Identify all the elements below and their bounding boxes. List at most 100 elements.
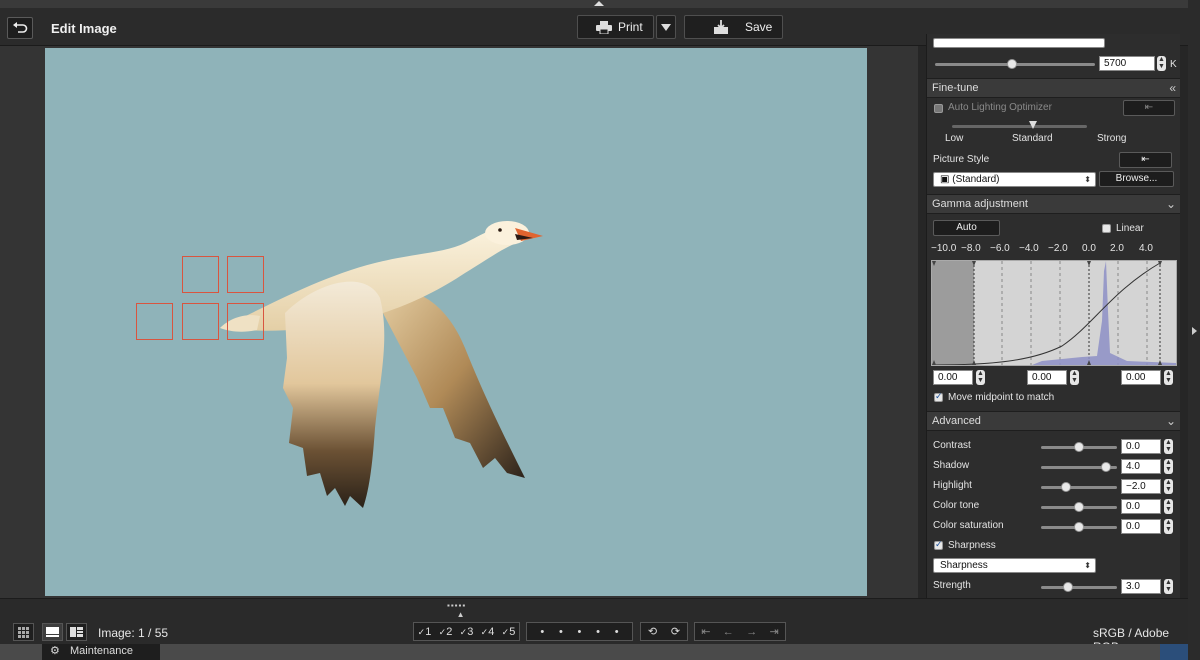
gamma-tick-label: −4.0 — [1019, 243, 1039, 254]
linear-label: Linear — [1116, 223, 1144, 234]
rating-dot[interactable]: • — [540, 626, 544, 638]
gamma-shadow-input[interactable]: 0.00 — [933, 370, 973, 385]
color-temp-spinner[interactable]: ▲ ▼ — [1157, 56, 1166, 71]
print-dropdown-button[interactable] — [656, 15, 676, 39]
alo-level-knob[interactable] — [1029, 121, 1037, 129]
check-mark-2-button[interactable]: ✓2 — [439, 626, 453, 638]
rotate-group: ⟲ ⟳ — [640, 622, 688, 641]
panel-splitter[interactable] — [918, 46, 926, 598]
advanced-row-knob[interactable] — [1074, 442, 1084, 452]
gamma-tick-label: −10.0 — [931, 243, 957, 254]
advanced-row-label: Shadow — [933, 460, 970, 471]
alo-checkbox[interactable] — [934, 104, 943, 113]
advanced-row-slider[interactable] — [1041, 482, 1117, 492]
last-image-icon[interactable]: ⇥ — [770, 625, 779, 638]
advanced-row-input[interactable]: −2.0 — [1121, 479, 1161, 494]
advanced-row-slider[interactable] — [1041, 502, 1117, 512]
advanced-row-knob[interactable] — [1074, 502, 1084, 512]
af-point[interactable] — [227, 303, 264, 340]
rating-dot[interactable]: • — [596, 626, 600, 638]
photo-canvas[interactable] — [45, 48, 867, 596]
color-temp-knob[interactable] — [1007, 59, 1017, 69]
fine-tune-header[interactable]: Fine-tune « — [927, 78, 1181, 98]
filmstrip-handle[interactable]: ▪▪▪▪▪ ▲ — [447, 601, 466, 619]
linear-checkbox[interactable] — [1102, 224, 1111, 233]
advanced-row-slider[interactable] — [1041, 462, 1117, 472]
collapse-double-left-icon[interactable]: « — [1169, 79, 1176, 97]
print-button[interactable]: Print — [577, 15, 654, 39]
next-image-icon[interactable]: → — [746, 626, 757, 638]
sharpness-mode-select[interactable]: Sharpness ⬍ — [933, 558, 1096, 573]
advanced-row-spinner[interactable]: ▲ ▼ — [1164, 479, 1173, 494]
advanced-row-input[interactable]: 0.0 — [1121, 439, 1161, 454]
edit-image-window: Edit Image Print Save 5700 ▲ ▼ K Fine-tu… — [0, 0, 1200, 660]
check-mark-1-button[interactable]: ✓1 — [418, 626, 432, 638]
advanced-row-input[interactable]: 4.0 — [1121, 459, 1161, 474]
gamma-shadow-spinner[interactable]: ▲ ▼ — [976, 370, 985, 385]
advanced-row-input[interactable]: 0.0 — [1121, 499, 1161, 514]
advanced-row-spinner[interactable]: ▲ ▼ — [1164, 439, 1173, 454]
check-mark-5-button[interactable]: ✓5 — [502, 626, 516, 638]
color-temp-input[interactable]: 5700 — [1099, 56, 1155, 71]
gamma-histogram[interactable] — [931, 260, 1177, 366]
advanced-header[interactable]: Advanced ⌄ — [927, 411, 1181, 431]
previous-image-icon[interactable]: ← — [723, 626, 734, 638]
rating-dot[interactable]: • — [559, 626, 563, 638]
advanced-row-input[interactable]: 0.0 — [1121, 519, 1161, 534]
advanced-row-spinner[interactable]: ▲ ▼ — [1164, 499, 1173, 514]
strength-knob[interactable] — [1062, 582, 1073, 592]
sharpness-checkbox[interactable] — [934, 539, 943, 550]
rotate-left-icon[interactable]: ⟲ — [648, 625, 657, 638]
chevron-down-icon[interactable]: ⌄ — [1166, 412, 1176, 430]
rating-dot[interactable]: • — [615, 626, 619, 638]
picture-style-select[interactable]: ▣ (Standard) ⬍ — [933, 172, 1096, 187]
gamma-highlight-spinner[interactable]: ▲ ▼ — [1164, 370, 1173, 385]
maintenance-tab[interactable]: ⚙ Maintenance — [42, 644, 160, 660]
grid-view-button[interactable] — [13, 623, 34, 641]
white-balance-select[interactable] — [933, 38, 1105, 48]
browse-button[interactable]: Browse... — [1099, 171, 1174, 187]
gamma-highlight-input[interactable]: 0.00 — [1121, 370, 1161, 385]
advanced-row-spinner[interactable]: ▲ ▼ — [1164, 459, 1173, 474]
advanced-row-spinner[interactable]: ▲ ▼ — [1164, 519, 1173, 534]
check-mark-3-button[interactable]: ✓3 — [460, 626, 474, 638]
top-grip[interactable] — [0, 0, 1200, 8]
move-midpoint-checkbox[interactable] — [934, 391, 943, 402]
single-view-button[interactable] — [42, 623, 63, 641]
strength-spinner[interactable]: ▲ ▼ — [1164, 579, 1173, 594]
gamma-auto-button[interactable]: Auto — [933, 220, 1000, 236]
rating-dot[interactable]: • — [578, 626, 582, 638]
back-button[interactable] — [7, 17, 33, 39]
advanced-row-knob[interactable] — [1061, 482, 1072, 492]
gamma-header[interactable]: Gamma adjustment ⌄ — [927, 194, 1181, 214]
advanced-row-knob[interactable] — [1100, 462, 1111, 472]
check-mark-number: 2 — [446, 625, 453, 638]
chevron-down-icon[interactable]: ⌄ — [1166, 195, 1176, 213]
gamma-midpoint-spinner[interactable]: ▲ ▼ — [1070, 370, 1079, 385]
single-image-icon — [46, 627, 59, 637]
right-edge-handle[interactable] — [1188, 0, 1200, 660]
advanced-row-slider[interactable] — [1041, 522, 1117, 532]
check-mark-4-button[interactable]: ✓4 — [481, 626, 495, 638]
first-image-icon[interactable]: ⇤ — [701, 625, 710, 638]
rotate-right-icon[interactable]: ⟳ — [671, 625, 680, 638]
alo-level-slider[interactable] — [952, 121, 1087, 129]
advanced-row-knob[interactable] — [1074, 522, 1084, 532]
preview-view-button[interactable] — [66, 623, 87, 641]
af-point[interactable] — [182, 256, 219, 293]
picture-style-reset-button[interactable]: ⇤ — [1119, 152, 1172, 168]
strength-slider[interactable] — [1041, 582, 1117, 592]
gamma-title: Gamma adjustment — [932, 198, 1028, 210]
gamma-midpoint-input[interactable]: 0.00 — [1027, 370, 1067, 385]
af-point[interactable] — [227, 256, 264, 293]
gamma-tick-label: −8.0 — [961, 243, 981, 254]
color-temp-slider[interactable] — [935, 59, 1095, 69]
strength-input[interactable]: 3.0 — [1121, 579, 1161, 594]
advanced-title: Advanced — [932, 415, 981, 427]
af-point[interactable] — [136, 303, 173, 340]
af-point[interactable] — [182, 303, 219, 340]
save-button[interactable]: Save — [684, 15, 783, 39]
panel-scrollbar[interactable] — [1180, 46, 1188, 618]
alo-reset-button[interactable]: ⇤ — [1123, 100, 1175, 116]
advanced-row-slider[interactable] — [1041, 442, 1117, 452]
